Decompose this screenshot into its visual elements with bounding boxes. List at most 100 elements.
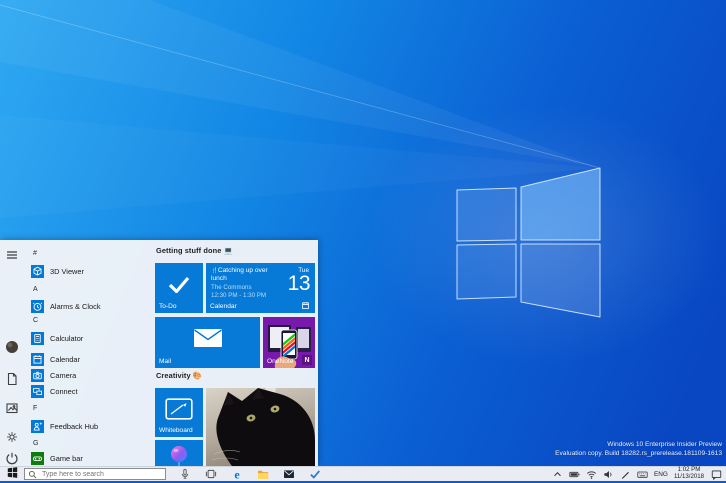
- to-do-button[interactable]: [302, 467, 328, 482]
- mail-icon: [283, 468, 295, 480]
- app-list-item-3d-viewer[interactable]: 3D Viewer: [31, 264, 151, 279]
- onenote-logo: N: [302, 355, 312, 365]
- app-label: Calendar: [50, 355, 80, 364]
- tile-onenote[interactable]: OneNote N: [263, 317, 315, 368]
- tile-to-do[interactable]: To-Do: [155, 263, 203, 313]
- network-status-button[interactable]: [583, 467, 600, 482]
- watermark-line-1: Windows 10 Enterprise Insider Preview: [607, 441, 722, 448]
- touch-keyboard-button[interactable]: [634, 467, 651, 482]
- app-label: Calculator: [50, 334, 84, 343]
- search-icon: [28, 470, 37, 478]
- pictures-button[interactable]: [5, 401, 19, 415]
- battery-status-button[interactable]: [566, 467, 583, 482]
- battery-icon: [569, 469, 580, 480]
- tile-mail[interactable]: Mail: [155, 317, 260, 368]
- volume-button[interactable]: [600, 467, 617, 482]
- documents-button[interactable]: [5, 372, 19, 386]
- document-icon: [5, 372, 19, 386]
- calculator-icon: [31, 332, 44, 345]
- calendar-mini-icon: [302, 302, 309, 309]
- camera-icon: [31, 369, 44, 382]
- expand-menu-button[interactable]: [5, 248, 19, 262]
- chevron-up-icon: [552, 469, 563, 480]
- app-list-item-game-bar[interactable]: Game bar: [31, 451, 151, 466]
- power-button[interactable]: [5, 451, 19, 465]
- tile-paint-3d[interactable]: [155, 440, 203, 466]
- balloon-icon: [171, 446, 187, 466]
- user-account-button[interactable]: [5, 340, 19, 354]
- app-list-item-feedback-hub[interactable]: Feedback Hub: [31, 419, 151, 434]
- to-do-check-icon: [168, 276, 190, 293]
- app-label: Game bar: [50, 454, 83, 463]
- app-list-item-calculator[interactable]: Calculator: [31, 331, 151, 346]
- tile-calendar[interactable]: 🍴Catching up over lunch The Commons 12:3…: [206, 263, 315, 313]
- system-tray: ENG 1:02 PM 11/13/2018: [549, 466, 726, 482]
- clock[interactable]: 1:02 PM 11/13/2018: [671, 466, 707, 481]
- gear-icon: [5, 430, 19, 444]
- calendar-day-number: 13: [287, 272, 311, 295]
- folder-icon: [257, 468, 269, 480]
- taskbar: e ENG 1:02 PM 11/13/2018: [0, 466, 726, 481]
- task-view-button[interactable]: [198, 467, 224, 482]
- app-list-item-connect[interactable]: Connect: [31, 384, 151, 399]
- settings-button[interactable]: [5, 430, 19, 444]
- hamburger-icon: [5, 248, 19, 262]
- action-center-icon: [711, 469, 722, 480]
- app-list-header-c[interactable]: C: [33, 313, 143, 327]
- tile-label: To-Do: [159, 303, 177, 310]
- tile-label: Calendar: [210, 303, 237, 310]
- app-list-header-hash[interactable]: #: [33, 246, 143, 260]
- app-label: Alarms & Clock: [50, 302, 101, 311]
- app-label: Camera: [50, 371, 77, 380]
- taskbar-search-box[interactable]: [24, 468, 166, 480]
- tile-label: OneNote: [267, 358, 294, 365]
- keyboard-icon: [637, 469, 648, 480]
- cortana-voice-button[interactable]: [172, 467, 198, 482]
- meal-icon: 🍴: [211, 268, 218, 274]
- calendar-icon: [31, 353, 44, 366]
- pen-icon: [620, 469, 631, 480]
- app-label: Connect: [50, 387, 78, 396]
- user-avatar: [5, 340, 19, 354]
- mail-button[interactable]: [276, 467, 302, 482]
- tray-overflow-button[interactable]: [549, 467, 566, 482]
- tile-photo-cat[interactable]: [206, 388, 315, 466]
- wifi-icon: [586, 469, 597, 480]
- tile-group-header-creativity[interactable]: Creativity 🎨: [156, 371, 202, 380]
- mail-envelope-icon: [193, 329, 222, 348]
- app-list-item-camera[interactable]: Camera: [31, 368, 151, 383]
- feedback-hub-icon: [31, 420, 44, 433]
- watermark-line-2: Evaluation copy. Build 18282.rs_prerelea…: [555, 450, 722, 457]
- pictures-icon: [5, 401, 19, 415]
- tile-label: Mail: [159, 358, 172, 365]
- app-list-header-g[interactable]: G: [33, 436, 143, 450]
- windows-logo-icon: [7, 465, 18, 483]
- search-input[interactable]: [40, 469, 162, 479]
- calendar-event-location: The Commons: [211, 284, 252, 291]
- app-label: 3D Viewer: [50, 267, 84, 276]
- cat-photo: [206, 388, 315, 466]
- connect-icon: [31, 385, 44, 398]
- alarms-clock-icon: [31, 300, 44, 313]
- microphone-icon: [179, 468, 191, 480]
- tile-group-header-getting-stuff-done[interactable]: Getting stuff done 💻: [156, 246, 233, 255]
- app-label: Feedback Hub: [50, 422, 99, 431]
- file-explorer-button[interactable]: [250, 467, 276, 482]
- start-menu: # 3D Viewer A Alarms & Clock C Calculato…: [0, 240, 318, 466]
- start-button[interactable]: [0, 467, 24, 482]
- svg-text:e: e: [234, 468, 240, 480]
- language-indicator[interactable]: ENG: [651, 471, 671, 478]
- pen-settings-button[interactable]: [617, 467, 634, 482]
- app-list-item-calendar[interactable]: Calendar: [31, 352, 151, 367]
- app-list-header-f[interactable]: F: [33, 401, 143, 415]
- clock-date: 11/13/2018: [673, 473, 704, 480]
- action-center-button[interactable]: [707, 467, 726, 482]
- edge-button[interactable]: e: [224, 467, 250, 482]
- app-list-item-alarms-clock[interactable]: Alarms & Clock: [31, 299, 151, 314]
- insider-preview-watermark: Windows 10 Enterprise Insider Preview Ev…: [555, 440, 722, 458]
- tile-whiteboard[interactable]: Whiteboard: [155, 388, 203, 437]
- app-list-header-a[interactable]: A: [33, 282, 143, 296]
- power-icon: [5, 451, 19, 465]
- speaker-icon: [603, 469, 614, 480]
- calendar-event-title: 🍴Catching up over lunch: [211, 267, 268, 282]
